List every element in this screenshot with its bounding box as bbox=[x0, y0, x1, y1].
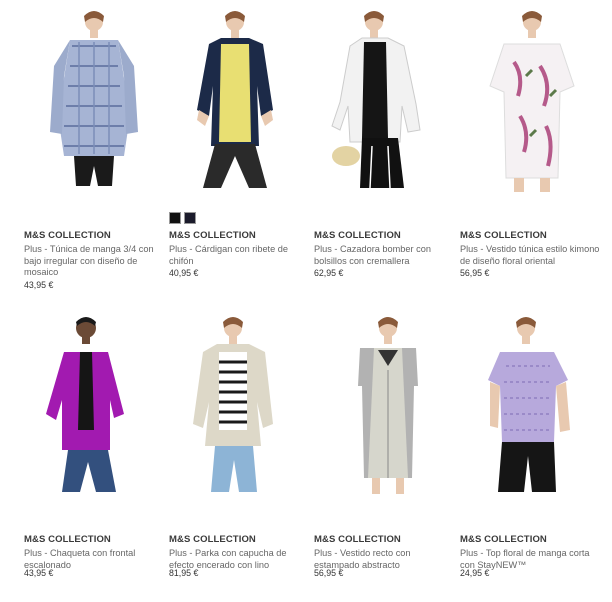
product-image[interactable] bbox=[314, 6, 454, 196]
product-brand: M&S COLLECTION bbox=[460, 534, 547, 545]
color-swatch-navy[interactable] bbox=[184, 212, 196, 224]
product-price: 56,95 € bbox=[460, 268, 490, 278]
product-image[interactable] bbox=[460, 310, 600, 500]
product-image[interactable] bbox=[24, 310, 164, 500]
product-brand: M&S COLLECTION bbox=[24, 230, 111, 241]
color-swatches bbox=[169, 212, 196, 224]
product-image[interactable] bbox=[24, 6, 164, 196]
product-price: 81,95 € bbox=[169, 568, 199, 578]
product-price: 62,95 € bbox=[314, 268, 344, 278]
product-brand: M&S COLLECTION bbox=[460, 230, 547, 241]
product-brand: M&S COLLECTION bbox=[169, 230, 256, 241]
product-image[interactable] bbox=[314, 310, 454, 500]
product-price: 24,95 € bbox=[460, 568, 490, 578]
product-brand: M&S COLLECTION bbox=[314, 534, 401, 545]
product-image[interactable] bbox=[169, 6, 309, 196]
product-image[interactable] bbox=[460, 6, 600, 196]
product-price: 40,95 € bbox=[169, 268, 199, 278]
color-swatch-black[interactable] bbox=[169, 212, 181, 224]
product-name[interactable]: Plus - Vestido túnica estilo kimono de d… bbox=[460, 244, 600, 267]
product-name[interactable]: Plus - Túnica de manga 3/4 con bajo irre… bbox=[24, 244, 164, 279]
product-name[interactable]: Plus - Cazadora bomber con bolsillos con… bbox=[314, 244, 454, 267]
product-price: 43,95 € bbox=[24, 568, 54, 578]
product-image[interactable] bbox=[169, 310, 309, 500]
product-brand: M&S COLLECTION bbox=[24, 534, 111, 545]
product-brand: M&S COLLECTION bbox=[314, 230, 401, 241]
product-price: 56,95 € bbox=[314, 568, 344, 578]
product-brand: M&S COLLECTION bbox=[169, 534, 256, 545]
product-price: 43,95 € bbox=[24, 280, 54, 290]
product-name[interactable]: Plus - Cárdigan con ribete de chifón bbox=[169, 244, 309, 267]
